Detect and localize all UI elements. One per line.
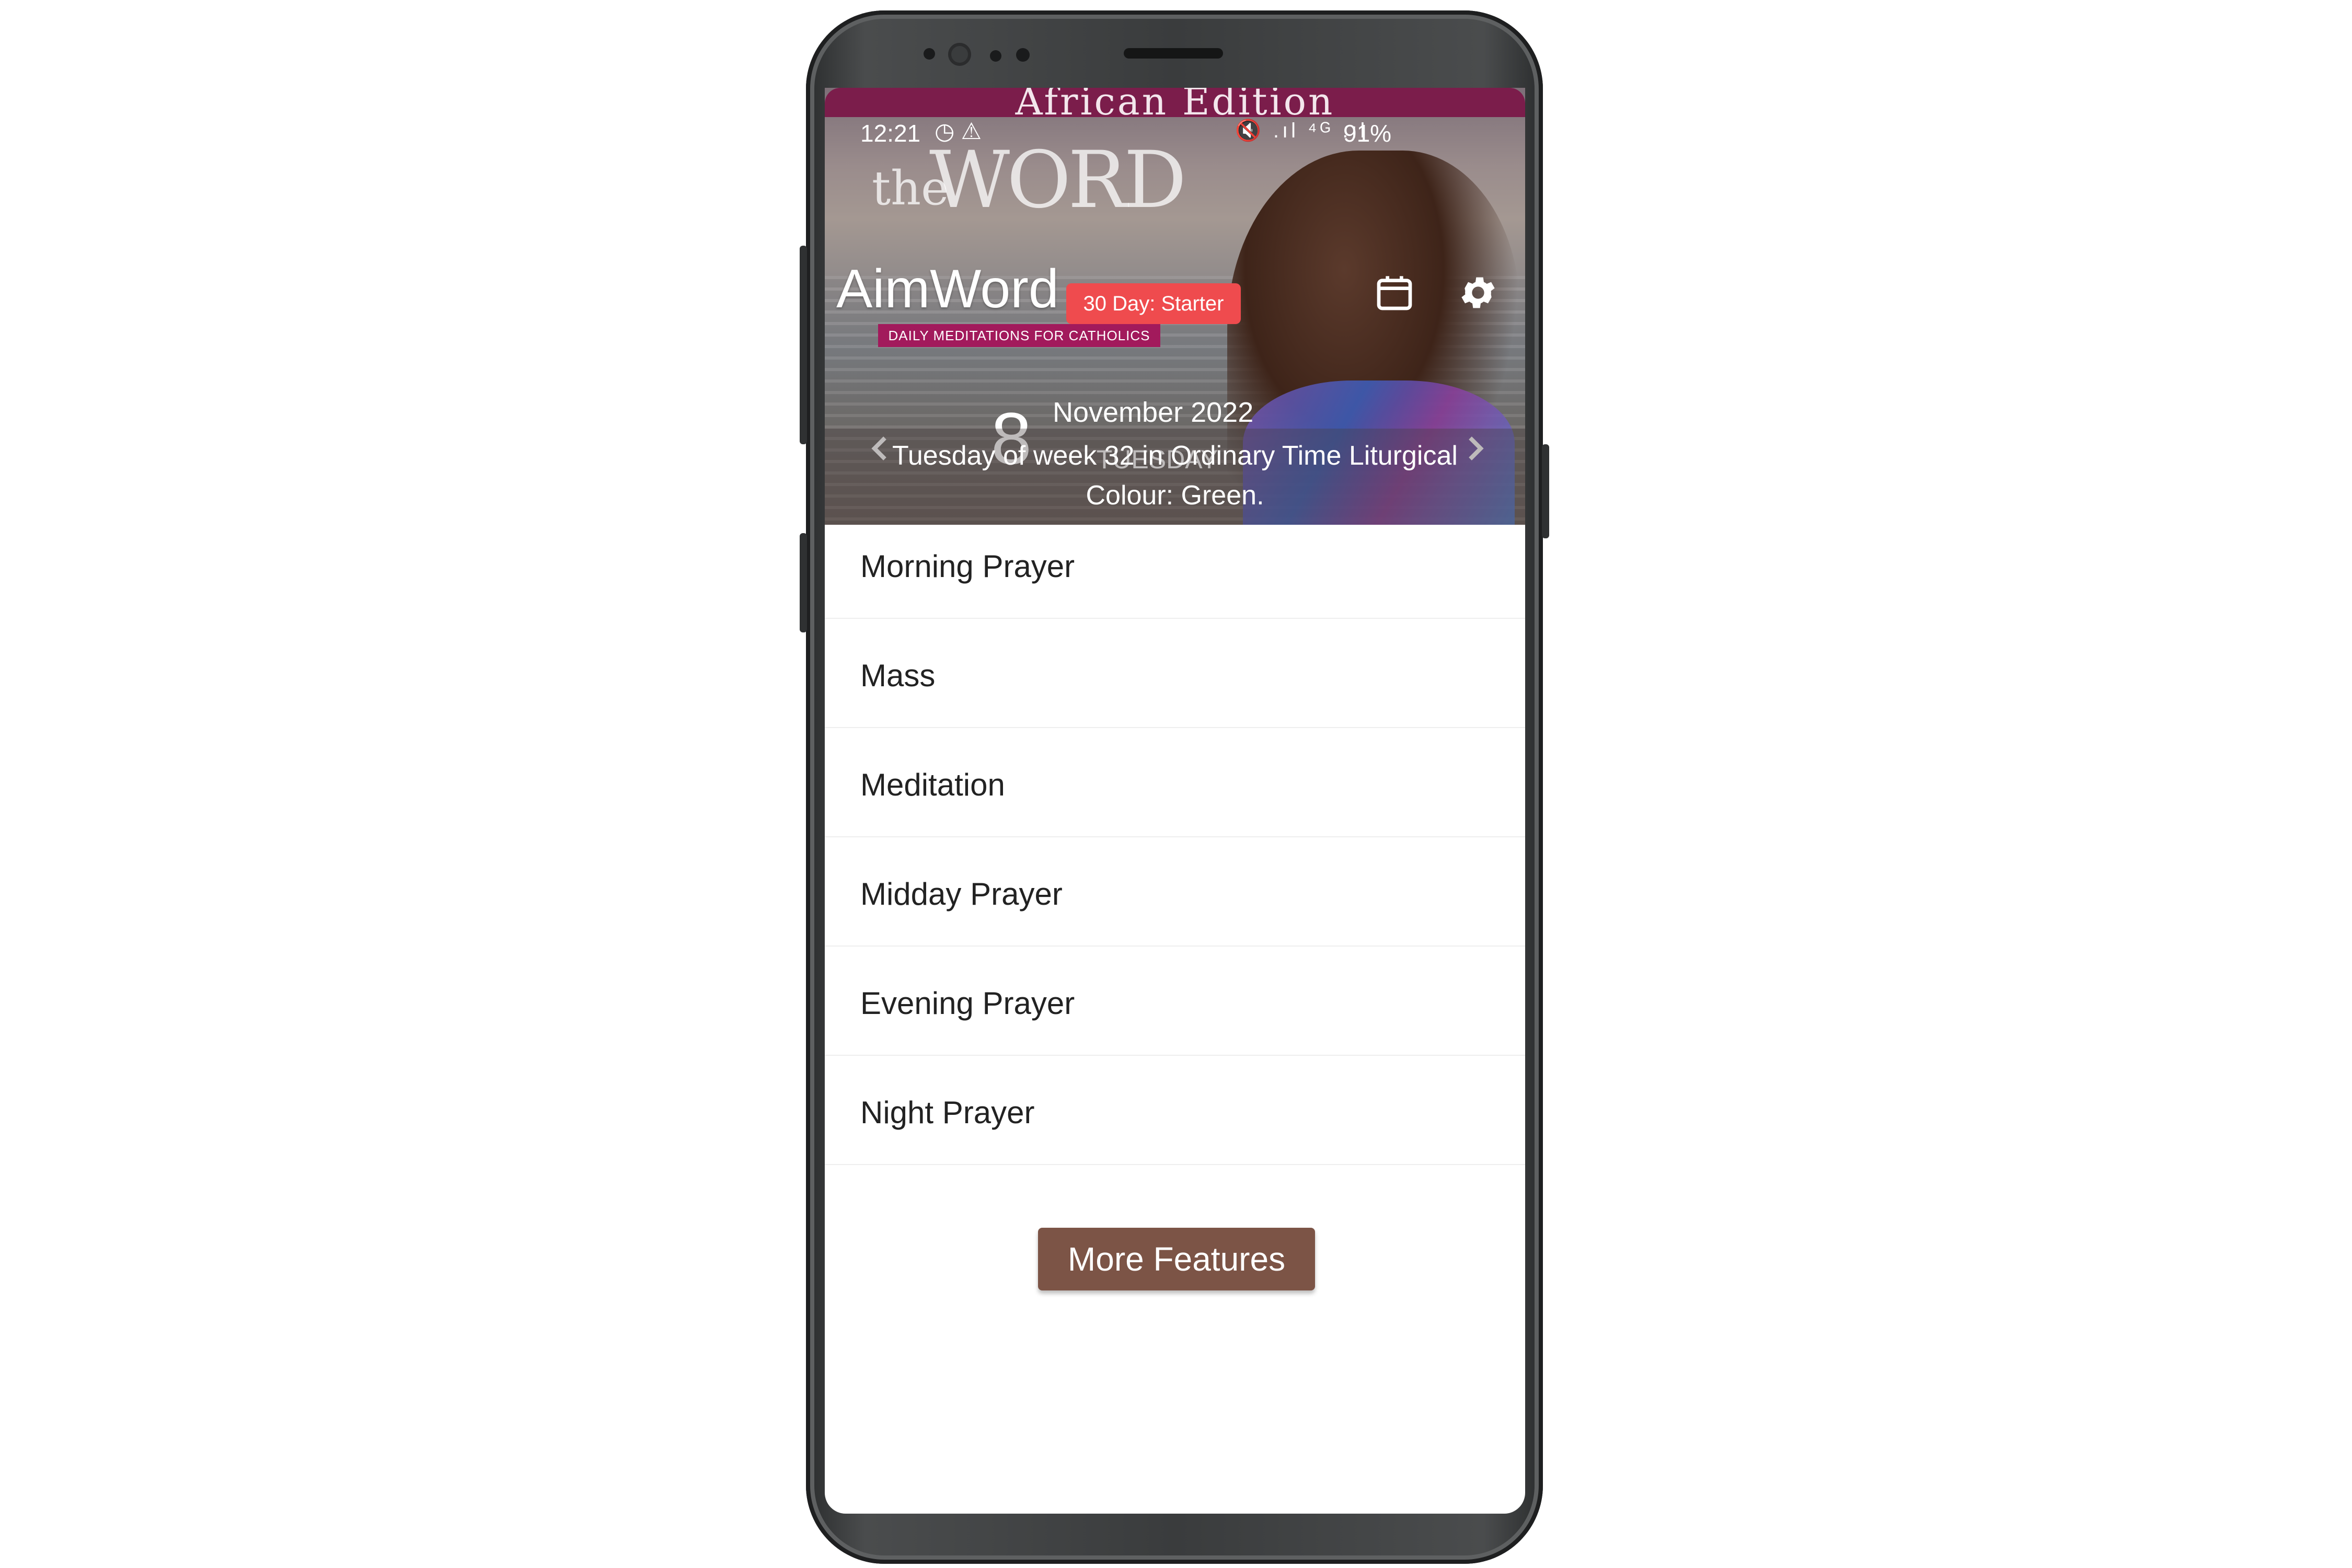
- app-screen: African Edition 12:21 ◷ ⚠ 🔇 .ıl ⁴ᴳ .ıl 9…: [825, 88, 1525, 1514]
- menu-item-label: Midday Prayer: [860, 877, 1063, 912]
- menu-item-label: Meditation: [860, 767, 1005, 802]
- logo-word: WORD: [929, 135, 1186, 226]
- menu-item-night-prayer[interactable]: Night Prayer: [825, 1056, 1525, 1165]
- edition-bar: African Edition: [825, 88, 1525, 123]
- logo-subtitle: DAILY MEDITATIONS FOR CATHOLICS: [878, 324, 1160, 347]
- plan-badge[interactable]: 30 Day: Starter: [1066, 283, 1241, 324]
- menu-item-midday-prayer[interactable]: Midday Prayer: [825, 837, 1525, 947]
- menu-item-label: Evening Prayer: [860, 986, 1075, 1021]
- menu-item-meditation[interactable]: Meditation: [825, 728, 1525, 837]
- bixby-button: [800, 246, 807, 444]
- volume-button: [800, 533, 807, 632]
- front-sensor: [924, 48, 935, 60]
- prayer-menu: Morning Prayer Mass Meditation Midday Pr…: [825, 525, 1525, 1165]
- battery-level: 91%: [1343, 120, 1392, 147]
- iris-sensor-right: [1016, 48, 1030, 62]
- more-features-button[interactable]: More Features: [1038, 1228, 1315, 1290]
- iris-sensor-left: [990, 50, 1001, 62]
- earpiece-speaker: [1124, 48, 1223, 59]
- power-button: [1542, 444, 1549, 538]
- calendar-icon[interactable]: [1374, 272, 1415, 314]
- gear-icon[interactable]: [1457, 272, 1499, 314]
- header-hero: African Edition 12:21 ◷ ⚠ 🔇 .ıl ⁴ᴳ .ıl 9…: [825, 88, 1525, 525]
- menu-item-evening-prayer[interactable]: Evening Prayer: [825, 947, 1525, 1056]
- menu-item-label: Morning Prayer: [860, 549, 1075, 584]
- app-name: AimWord: [836, 259, 1059, 319]
- menu-item-morning-prayer[interactable]: Morning Prayer: [825, 525, 1525, 619]
- menu-item-label: Night Prayer: [860, 1095, 1035, 1130]
- front-camera: [948, 43, 971, 66]
- liturgical-info: Tuesday of week 32 in Ordinary Time Litu…: [892, 441, 1458, 511]
- menu-item-mass[interactable]: Mass: [825, 619, 1525, 728]
- month-year: November 2022: [1053, 397, 1254, 428]
- menu-item-label: Mass: [860, 658, 936, 693]
- status-time: 12:21: [860, 120, 921, 147]
